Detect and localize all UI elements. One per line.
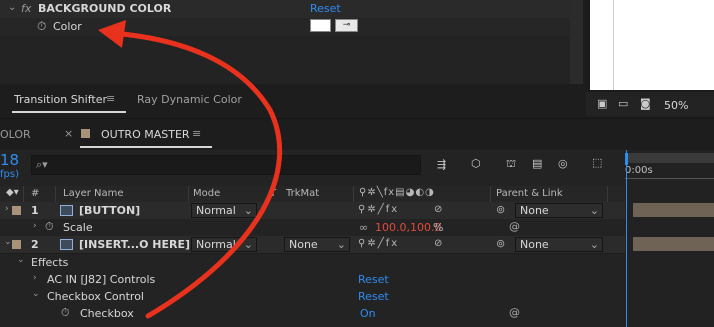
arrow-head (98, 20, 126, 48)
arrow-shaft (119, 31, 283, 319)
annotation-arrow (98, 20, 283, 319)
